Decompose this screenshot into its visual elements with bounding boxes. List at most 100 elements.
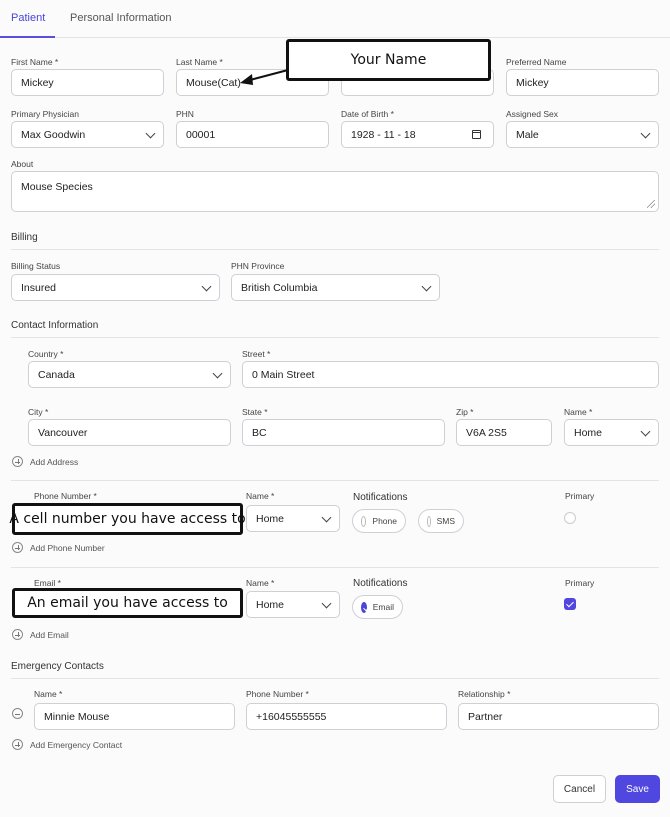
assigned-sex-label: Assigned Sex <box>506 109 558 119</box>
email-divider <box>11 567 659 568</box>
street-value: 0 Main Street <box>252 368 315 381</box>
primary-physician-select[interactable]: Max Goodwin <box>11 121 164 148</box>
tab-personal-information[interactable]: Personal Information <box>70 12 172 24</box>
preferred-name-input[interactable]: Mickey <box>506 69 659 96</box>
emergency-name-label: Name * <box>34 689 63 699</box>
zip-input[interactable]: V6A 2S5 <box>456 419 552 446</box>
tab-patient[interactable]: Patient <box>11 12 45 24</box>
contact-heading: Contact Information <box>11 320 99 331</box>
chevron-down-icon <box>640 128 651 139</box>
active-tab-indicator <box>0 36 55 38</box>
email-name-select[interactable]: Home <box>246 591 340 618</box>
add-address-label: Add Address <box>30 456 79 467</box>
email-notifications-label: Notifications <box>353 578 408 589</box>
preferred-name-label: Preferred Name <box>506 57 567 67</box>
email-name-value: Home <box>256 598 285 611</box>
phone-notify-phone-option[interactable]: Phone <box>352 509 406 533</box>
add-emergency-contact-button[interactable]: Add Emergency Contact <box>12 739 122 750</box>
your-name-callout-text: Your Name <box>350 52 427 68</box>
email-notify-email-option[interactable]: Email <box>352 595 403 619</box>
about-value: Mouse Species <box>21 181 93 193</box>
last-name-value: Mouse(Cat) <box>186 76 241 89</box>
first-name-label: First Name * <box>11 57 59 67</box>
street-input[interactable]: 0 Main Street <box>242 361 659 388</box>
dob-label: Date of Birth * <box>341 109 394 119</box>
preferred-name-value: Mickey <box>516 76 549 89</box>
email-name-label: Name * <box>246 578 275 588</box>
add-phone-button[interactable]: Add Phone Number <box>12 542 105 553</box>
cancel-button[interactable]: Cancel <box>553 775 606 803</box>
tabs-divider <box>0 37 670 38</box>
chevron-down-icon <box>212 368 223 379</box>
plus-circle-icon <box>12 456 23 467</box>
phone-callout: A cell number you have access to <box>9 503 246 535</box>
state-input[interactable]: BC <box>242 419 445 446</box>
phone-divider <box>11 480 659 481</box>
emergency-phone-label: Phone Number * <box>246 689 309 699</box>
add-phone-label: Add Phone Number <box>30 542 105 553</box>
emergency-name-value: Minnie Mouse <box>44 710 110 723</box>
add-email-button[interactable]: Add Email <box>12 629 69 640</box>
state-value: BC <box>252 426 267 439</box>
street-label: Street * <box>242 349 271 359</box>
zip-value: V6A 2S5 <box>466 426 507 439</box>
remove-contact-icon[interactable] <box>12 708 23 719</box>
relationship-input[interactable]: Partner <box>458 703 659 730</box>
phone-number-label: Phone Number * <box>34 491 97 501</box>
phone-notifications-label: Notifications <box>353 492 408 503</box>
phone-notify-sms-option[interactable]: SMS <box>418 509 464 533</box>
last-name-label: Last Name * <box>176 57 223 67</box>
radio-icon <box>361 515 367 527</box>
emergency-divider <box>11 678 659 679</box>
emergency-phone-input[interactable]: +16045555555 <box>246 703 447 730</box>
emergency-name-input[interactable]: Minnie Mouse <box>34 703 235 730</box>
add-emergency-contact-label: Add Emergency Contact <box>30 739 123 750</box>
country-value: Canada <box>38 368 75 381</box>
phone-option-label: Phone <box>372 516 397 526</box>
assigned-sex-select[interactable]: Male <box>506 121 659 148</box>
calendar-icon[interactable] <box>472 130 481 139</box>
save-button[interactable]: Save <box>615 775 660 803</box>
phn-province-value: British Columbia <box>241 281 318 294</box>
phn-value: 00001 <box>186 128 216 141</box>
radio-icon <box>427 515 431 527</box>
phone-name-select[interactable]: Home <box>246 505 340 532</box>
plus-circle-icon <box>12 542 23 553</box>
chevron-down-icon <box>321 598 332 609</box>
billing-status-select[interactable]: Insured <box>11 274 220 301</box>
country-label: Country * <box>28 349 64 359</box>
email-callout-text: An email you have access to <box>27 595 228 611</box>
plus-circle-icon <box>12 739 23 750</box>
country-select[interactable]: Canada <box>28 361 231 388</box>
city-input[interactable]: Vancouver <box>28 419 231 446</box>
chevron-down-icon <box>201 281 212 292</box>
address-name-value: Home <box>574 426 603 439</box>
phone-primary-radio[interactable] <box>564 512 576 524</box>
address-name-select[interactable]: Home <box>564 419 659 446</box>
about-textarea[interactable]: Mouse Species <box>11 171 659 212</box>
relationship-label: Relationship * <box>458 689 511 699</box>
phn-input[interactable]: 00001 <box>176 121 329 148</box>
phone-name-value: Home <box>256 512 285 525</box>
callout-arrow-icon <box>240 69 289 85</box>
chevron-down-icon <box>321 512 332 523</box>
city-value: Vancouver <box>38 426 88 439</box>
email-label: Email * <box>34 578 61 588</box>
contact-divider <box>11 337 659 338</box>
billing-status-value: Insured <box>21 281 57 294</box>
emergency-phone-value: +16045555555 <box>256 710 327 723</box>
first-name-input[interactable]: Mickey <box>11 69 164 96</box>
dob-input[interactable]: 1928 - 11 - 18 <box>341 121 494 148</box>
resize-handle-icon[interactable] <box>647 200 655 208</box>
first-name-value: Mickey <box>21 76 54 89</box>
chevron-down-icon <box>640 426 651 437</box>
billing-heading: Billing <box>11 232 38 243</box>
phn-province-select[interactable]: British Columbia <box>231 274 440 301</box>
email-option-label: Email <box>372 602 394 612</box>
zip-label: Zip * <box>456 407 474 417</box>
add-address-button[interactable]: Add Address <box>12 456 78 467</box>
primary-physician-value: Max Goodwin <box>21 128 86 141</box>
address-name-label: Name * <box>564 407 593 417</box>
email-primary-checkbox[interactable] <box>564 598 576 610</box>
city-label: City * <box>28 407 49 417</box>
